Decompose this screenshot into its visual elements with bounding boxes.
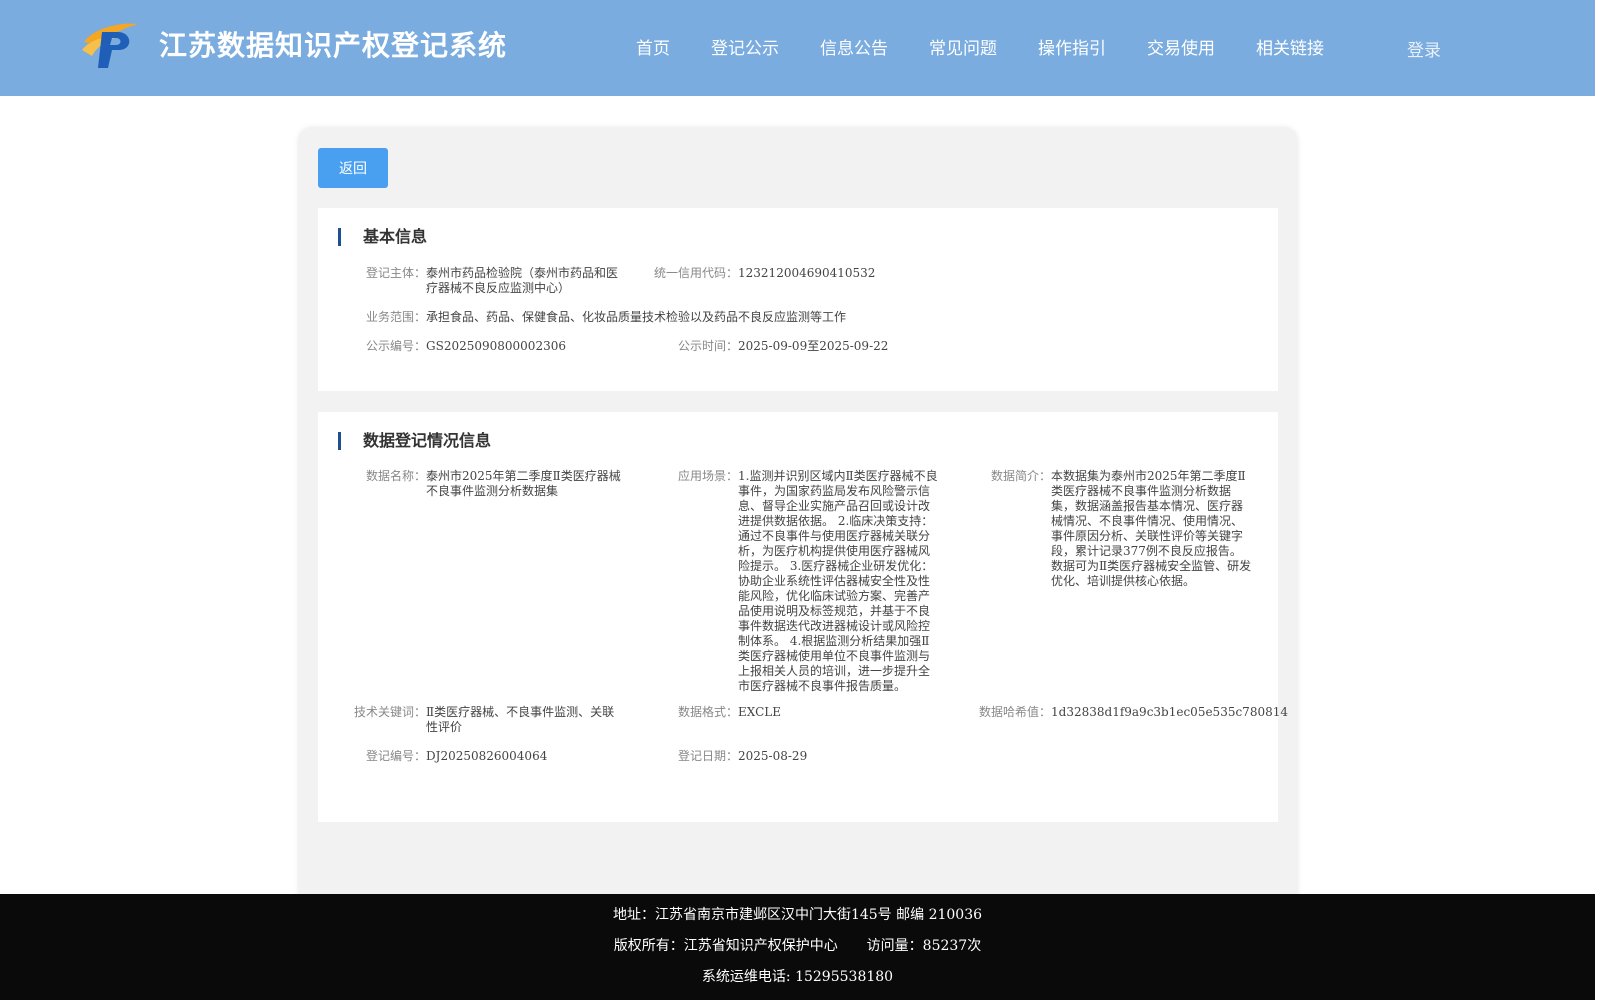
field-value: 123212004690410532 bbox=[738, 266, 876, 280]
field-label: 业务范围： bbox=[366, 310, 427, 324]
footer-copyright: 版权所有：江苏省知识产权保护中心 bbox=[613, 938, 838, 954]
field-notice-time: 公示时间： 2025-09-09至2025-09-22 bbox=[678, 339, 938, 354]
nav-guide[interactable]: 操作指引 bbox=[1038, 34, 1106, 59]
field-value: 2025-09-09至2025-09-22 bbox=[738, 339, 889, 353]
main-nav: 首页 登记公示 信息公告 常见问题 操作指引 交易使用 相关链接 bbox=[636, 34, 1365, 59]
field-data-hash: 数据哈希值： 1d32838d1f9a9c3b1ec05e535c780814 bbox=[979, 705, 1288, 720]
section-title-registration-info: 数据登记情况信息 bbox=[338, 432, 491, 450]
page-footer: 地址：江苏省南京市建邺区汉中门大街145号 邮编 210036 版权所有：江苏省… bbox=[0, 894, 1595, 1000]
scrollbar-track[interactable] bbox=[1595, 0, 1600, 1000]
field-label: 登记主体： bbox=[366, 266, 427, 280]
field-application-scenario: 应用场景： 1.监测并识别区域内Ⅱ类医疗器械不良事件，为国家药监局发布风险警示信… bbox=[678, 469, 940, 694]
site-title[interactable]: 江苏数据知识产权登记系统 bbox=[159, 24, 507, 64]
nav-links[interactable]: 相关链接 bbox=[1256, 34, 1324, 59]
field-value: 1.监测并识别区域内Ⅱ类医疗器械不良事件，为国家药监局发布风险警示信息、督导企业… bbox=[738, 469, 938, 693]
field-value: 承担食品、药品、保健食品、化妆品质量技术检验以及药品不良反应监测等工作 bbox=[426, 310, 847, 324]
field-value: DJ20250826004064 bbox=[426, 749, 548, 763]
top-header: 江苏数据知识产权登记系统 首页 登记公示 信息公告 常见问题 操作指引 交易使用… bbox=[0, 0, 1595, 96]
field-tech-keywords: 技术关键词： Ⅱ类医疗器械、不良事件监测、关联性评价 bbox=[354, 705, 626, 735]
field-data-format: 数据格式： EXCLE bbox=[678, 705, 938, 720]
field-value: 1d32838d1f9a9c3b1ec05e535c780814 bbox=[1051, 705, 1288, 719]
field-value: 2025-08-29 bbox=[738, 749, 808, 763]
nav-faq[interactable]: 常见问题 bbox=[929, 34, 997, 59]
field-label: 登记日期： bbox=[678, 749, 739, 763]
detail-card: 返回 基本信息 登记主体： 泰州市药品检验院（泰州市药品和医疗器械不良反应监测中… bbox=[298, 127, 1298, 907]
field-value: 泰州市药品检验院（泰州市药品和医疗器械不良反应监测中心） bbox=[426, 266, 619, 295]
field-value: 本数据集为泰州市2025年第二季度Ⅱ类医疗器械不良事件监测分析数据集，数据涵盖报… bbox=[1051, 469, 1252, 588]
field-data-summary: 数据简介： 本数据集为泰州市2025年第二季度Ⅱ类医疗器械不良事件监测分析数据集… bbox=[991, 469, 1253, 589]
footer-phone: 系统运维电话: 15295538180 bbox=[701, 969, 894, 985]
field-registrant: 登记主体： 泰州市药品检验院（泰州市药品和医疗器械不良反应监测中心） bbox=[366, 266, 626, 296]
field-label: 公示编号： bbox=[366, 339, 427, 353]
field-credit-code: 统一信用代码： 123212004690410532 bbox=[654, 266, 914, 281]
field-label: 登记编号： bbox=[366, 749, 427, 763]
field-label: 公示时间： bbox=[678, 339, 739, 353]
field-registration-number: 登记编号： DJ20250826004064 bbox=[366, 749, 626, 764]
field-registration-date: 登记日期： 2025-08-29 bbox=[678, 749, 938, 764]
field-label: 技术关键词： bbox=[354, 705, 427, 719]
field-label: 数据简介： bbox=[991, 469, 1052, 483]
field-label: 应用场景： bbox=[678, 469, 739, 483]
login-link[interactable]: 登录 bbox=[1407, 36, 1441, 61]
nav-announcements[interactable]: 信息公告 bbox=[820, 34, 888, 59]
field-label: 数据格式： bbox=[678, 705, 739, 719]
footer-address: 地址：江苏省南京市建邺区汉中门大街145号 邮编 210036 bbox=[612, 907, 983, 923]
field-label: 数据名称： bbox=[366, 469, 427, 483]
nav-trading[interactable]: 交易使用 bbox=[1147, 34, 1215, 59]
field-label: 数据哈希值： bbox=[979, 705, 1052, 719]
field-business-scope: 业务范围： 承担食品、药品、保健食品、化妆品质量技术检验以及药品不良反应监测等工… bbox=[366, 310, 966, 325]
nav-registration-notice[interactable]: 登记公示 bbox=[711, 34, 779, 59]
field-value: EXCLE bbox=[738, 705, 782, 719]
footer-visit-count: 访问量：85237次 bbox=[866, 938, 982, 954]
footer-copyright-row: 版权所有：江苏省知识产权保护中心 访问量：85237次 bbox=[0, 935, 1595, 955]
field-label: 统一信用代码： bbox=[654, 266, 739, 280]
section-title-basic-info: 基本信息 bbox=[338, 228, 427, 246]
field-data-name: 数据名称： 泰州市2025年第二季度Ⅱ类医疗器械不良事件监测分析数据集 bbox=[366, 469, 626, 499]
nav-home[interactable]: 首页 bbox=[636, 34, 670, 59]
jiangsu-ip-logo-icon[interactable] bbox=[80, 20, 142, 70]
basic-info-section: 基本信息 登记主体： 泰州市药品检验院（泰州市药品和医疗器械不良反应监测中心） … bbox=[318, 208, 1278, 391]
field-value: GS2025090800002306 bbox=[426, 339, 566, 353]
field-notice-number: 公示编号： GS2025090800002306 bbox=[366, 339, 626, 354]
back-button[interactable]: 返回 bbox=[318, 148, 388, 188]
registration-info-section: 数据登记情况信息 数据名称： 泰州市2025年第二季度Ⅱ类医疗器械不良事件监测分… bbox=[318, 412, 1288, 822]
field-value: Ⅱ类医疗器械、不良事件监测、关联性评价 bbox=[426, 705, 615, 734]
field-value: 泰州市2025年第二季度Ⅱ类医疗器械不良事件监测分析数据集 bbox=[426, 469, 621, 498]
